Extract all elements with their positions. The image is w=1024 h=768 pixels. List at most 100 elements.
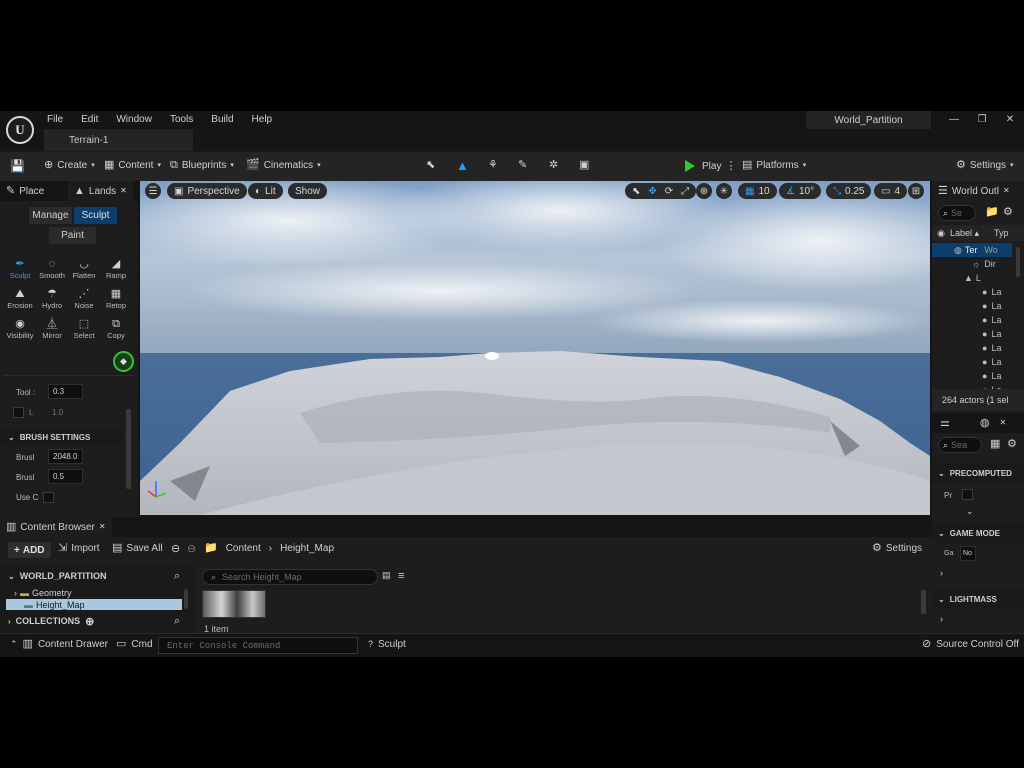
forward-icon[interactable]: ⊖ — [187, 544, 196, 555]
blueprints-button[interactable]: ⧉ Blueprints ▾ — [170, 160, 234, 172]
scale-icon[interactable]: ⤢ — [681, 186, 689, 197]
col-label[interactable]: Label ▴ — [950, 228, 994, 239]
eye-icon[interactable]: ◉ — [932, 228, 950, 238]
console-input[interactable]: Enter Console Command — [158, 637, 358, 654]
rotate-icon[interactable]: ⟳ — [665, 186, 673, 197]
translate-icon[interactable]: ✥ — [648, 186, 656, 197]
folder-height-map[interactable]: ▬ Height_Map — [6, 599, 182, 610]
outliner-row-la[interactable]: ●La — [982, 355, 1020, 369]
minimize-icon[interactable]: — — [940, 114, 968, 125]
table-view-icon[interactable]: ▦ — [990, 439, 1000, 450]
camera-speed-button[interactable]: ▭ 4 — [874, 183, 908, 199]
l-checkbox[interactable] — [13, 407, 24, 418]
fracture-mode-icon[interactable]: ✲ — [549, 160, 558, 171]
outliner-row-la[interactable]: ●La — [982, 299, 1020, 313]
manage-mode-button[interactable]: Manage — [29, 207, 72, 224]
menu-build[interactable]: Build — [211, 114, 233, 125]
cb-settings-button[interactable]: ⚙ Settings — [872, 543, 922, 555]
brush-preset-icon[interactable]: ◆ — [113, 351, 134, 372]
breadcrumb-height-map[interactable]: Height_Map — [280, 543, 334, 554]
mirror-tool[interactable]: ⏅ Mirror — [36, 317, 68, 340]
unreal-logo-icon[interactable]: U — [6, 116, 34, 144]
game-mode-field[interactable]: No — [960, 546, 976, 561]
menu-file[interactable]: File — [47, 114, 63, 125]
hydro-tool[interactable]: ☂ Hydro — [36, 287, 68, 310]
menu-help[interactable]: Help — [252, 114, 273, 125]
menu-tools[interactable]: Tools — [170, 114, 193, 125]
world-settings-icon[interactable]: ◍ — [980, 417, 990, 429]
settings-button[interactable]: ⚙ Settings ▾ — [956, 160, 1014, 172]
close-icon[interactable]: ✕ — [99, 523, 106, 531]
filter-icon[interactable]: ≡ — [398, 571, 404, 582]
brush-falloff-field[interactable]: 0.5 — [48, 469, 83, 484]
landscape-mode-icon[interactable]: ▲ — [456, 159, 469, 172]
outliner-row-la[interactable]: ●La — [982, 369, 1020, 383]
world-space-icon[interactable]: ⊕ — [696, 183, 712, 199]
noise-tool[interactable]: ⋰ Noise — [68, 287, 100, 310]
copy-tool[interactable]: ⧉ Copy — [100, 317, 132, 340]
lit-button[interactable]: ◐ Lit — [248, 183, 283, 199]
tool-strength-field[interactable]: 0.3 — [48, 384, 83, 399]
surface-snap-icon[interactable]: ✳ — [716, 183, 732, 199]
cmd-button[interactable]: ▭ Cmd — [116, 639, 153, 651]
details-sliders-icon[interactable]: ⚌ — [940, 417, 950, 429]
select-mode-icon[interactable]: ⬉ — [426, 160, 435, 171]
gear-icon[interactable]: ⚙ — [1007, 439, 1017, 450]
cinematics-button[interactable]: 🎬 Cinematics ▾ — [246, 160, 321, 172]
brush-settings-header[interactable]: ⌄ BRUSH SETTINGS — [0, 428, 124, 446]
tab-place-actors[interactable]: ✎ Place — [0, 181, 68, 201]
select-icon[interactable]: ⬉ — [632, 186, 640, 197]
asset-search[interactable]: ⌕ Search Height_Map — [202, 569, 378, 585]
close-icon[interactable]: ✕ — [996, 114, 1024, 125]
viewport-menu-icon[interactable]: ☰ — [145, 183, 161, 199]
mesh-paint-icon[interactable]: ✎ — [518, 160, 527, 171]
content-button[interactable]: ▦ Content ▾ — [104, 160, 161, 172]
precomputed-header[interactable]: ⌄ PRECOMPUTED — [932, 463, 1024, 483]
create-button[interactable]: ⊕ Create ▾ — [44, 160, 95, 172]
outliner-row-landscape[interactable]: ▲ L — [964, 271, 981, 285]
outliner-row-dir[interactable]: ☼ Dir — [972, 257, 996, 271]
play-button[interactable]: Play ⋮ — [685, 160, 736, 172]
brush-size-field[interactable]: 2048.0 — [48, 449, 83, 464]
outliner-search[interactable]: ⌕ Se — [938, 205, 976, 221]
chevron-right-icon[interactable]: › — [940, 569, 943, 578]
level-tab[interactable]: Terrain-1 — [44, 129, 193, 151]
outliner-row-la[interactable]: ●La — [982, 285, 1020, 299]
restore-icon[interactable]: ❐ — [968, 114, 996, 125]
chevron-down-icon[interactable]: ⌄ — [966, 507, 974, 516]
import-button[interactable]: ⇲ Import — [58, 543, 100, 555]
platforms-button[interactable]: ▤ Platforms ▾ — [742, 160, 806, 172]
panel-scrollbar[interactable] — [126, 409, 131, 489]
tab-world-outliner[interactable]: ☰ World Outl ✕ — [932, 181, 1024, 201]
collections-header[interactable]: › COLLECTIONS ⊕ — [4, 612, 190, 630]
outliner-row-la[interactable]: ●La — [982, 341, 1020, 355]
back-icon[interactable]: ⊖ — [171, 544, 180, 555]
show-button[interactable]: Show — [288, 183, 328, 199]
close-icon[interactable]: ✕ — [1003, 187, 1010, 195]
lightmass-header[interactable]: ⌄ LIGHTMASS — [932, 589, 1024, 609]
chevron-right-icon[interactable]: › — [940, 615, 943, 624]
smooth-tool[interactable]: ◌ Smooth — [36, 257, 68, 280]
breadcrumb-content[interactable]: Content — [226, 543, 261, 554]
erosion-tool[interactable]: ⛰ Erosion — [4, 287, 36, 310]
search-icon[interactable]: ⌕ — [174, 571, 180, 582]
grid-snap-button[interactable]: ▦ 10 — [738, 183, 777, 199]
layout-icon[interactable]: ⊞ — [908, 183, 924, 199]
visibility-tool[interactable]: ◉ Visibility — [4, 317, 36, 340]
save-all-button[interactable]: ▤ Save All — [112, 543, 163, 555]
perspective-button[interactable]: ▣ Perspective — [167, 183, 247, 199]
rotation-snap-button[interactable]: ∡ 10° — [779, 183, 822, 199]
more-options-icon[interactable]: ⋮ — [725, 160, 736, 172]
sculpt-mode-button[interactable]: Sculpt — [74, 207, 117, 224]
save-icon[interactable]: 💾 — [10, 160, 25, 172]
scale-snap-button[interactable]: ⤡ 0.25 — [826, 183, 872, 199]
tab-content-browser[interactable]: ▥ Content Browser ✕ — [0, 517, 112, 537]
foliage-mode-icon[interactable]: ⚘ — [488, 160, 498, 171]
add-collection-icon[interactable]: ⊕ — [85, 615, 94, 628]
close-icon[interactable]: ✕ — [999, 419, 1006, 427]
sculpt-tool[interactable]: ✒ Sculpt — [4, 257, 36, 280]
world-partition-header[interactable]: ⌄ WORLD_PARTITION — [4, 567, 190, 585]
select-tool[interactable]: ⬚ Select — [68, 317, 100, 340]
flatten-tool[interactable]: ◡ Flatten — [68, 257, 100, 280]
assets-scrollbar[interactable] — [921, 590, 926, 614]
